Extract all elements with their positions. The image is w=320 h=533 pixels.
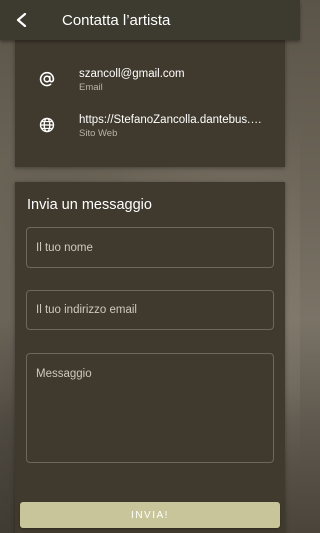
message-textarea[interactable] xyxy=(26,353,274,463)
arrow-left-icon xyxy=(16,13,27,27)
page-title: Contatta l’artista xyxy=(62,11,171,29)
email-value: szancoll@gmail.com xyxy=(79,68,185,80)
form-title: Invia un messaggio xyxy=(27,197,152,213)
message-form-card: Invia un messaggio xyxy=(15,182,285,533)
app-header: Contatta l’artista xyxy=(0,0,300,40)
email-label: Email xyxy=(79,82,103,93)
contact-info-card: szancoll@gmail.com Email https://Stefano… xyxy=(15,40,285,167)
back-button[interactable] xyxy=(0,0,44,40)
website-value: https://StefanoZancolla.dantebus.com xyxy=(79,114,264,126)
name-input[interactable] xyxy=(26,227,274,268)
website-label: Sito Web xyxy=(79,128,118,139)
contact-row-website[interactable]: https://StefanoZancolla.dantebus.com Sit… xyxy=(15,113,285,153)
at-sign-icon xyxy=(39,72,55,87)
contact-row-email[interactable]: szancoll@gmail.com Email xyxy=(15,67,285,107)
email-input[interactable] xyxy=(26,290,274,330)
submit-button[interactable]: INVIA! xyxy=(20,502,280,528)
globe-icon xyxy=(39,117,55,133)
